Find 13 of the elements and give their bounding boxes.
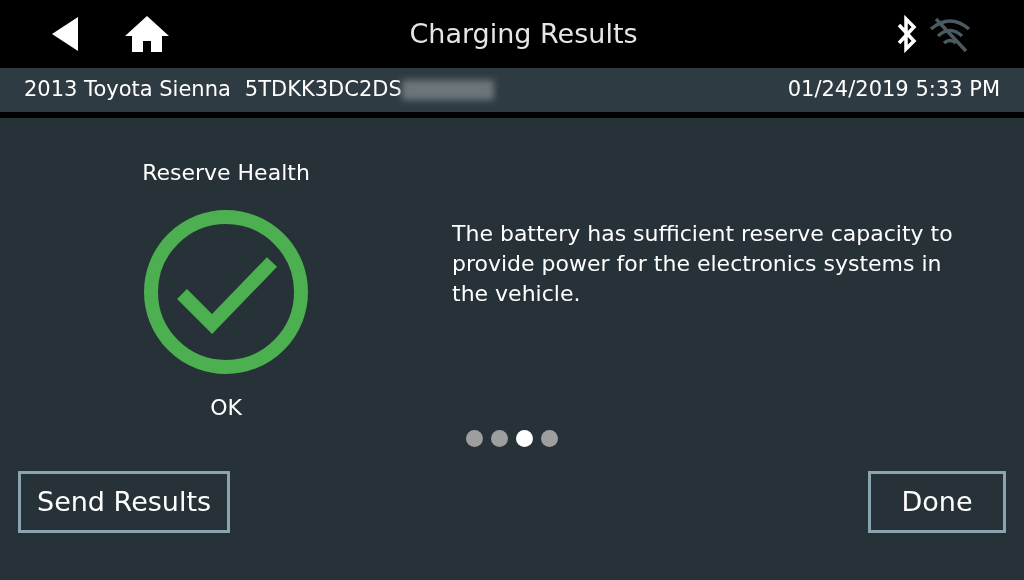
done-button[interactable]: Done xyxy=(868,471,1006,533)
vehicle-name: 2013 Toyota Sienna xyxy=(24,76,231,104)
vin-text: 5TDKK3DC2DS xyxy=(244,76,402,104)
result-message: The battery has sufficient reserve capacity to provide power for the electronics systems in the vehicle. xyxy=(452,220,954,308)
result-status: OK xyxy=(210,394,242,422)
home-icon[interactable] xyxy=(123,14,171,54)
date-time: 01/24/2019 5:33 PM xyxy=(787,76,1000,104)
send-results-button[interactable]: Send Results xyxy=(18,471,231,533)
result-heading: Reserve Health xyxy=(142,159,310,187)
wifi-off-icon xyxy=(928,15,972,53)
screen-title: Charging Results xyxy=(409,16,638,51)
bluetooth-icon xyxy=(896,15,918,53)
back-icon[interactable] xyxy=(52,17,78,51)
